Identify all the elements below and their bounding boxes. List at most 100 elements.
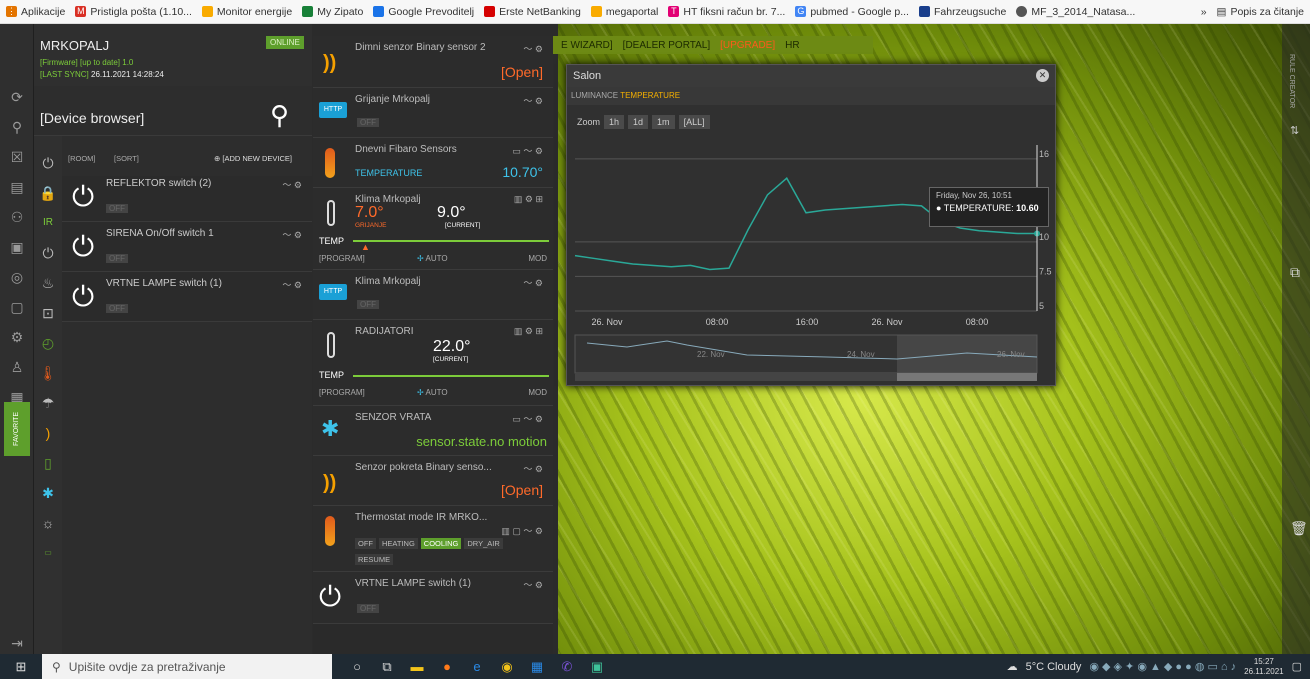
zoom-1d[interactable]: 1d <box>628 115 649 129</box>
widget-door-sensor[interactable]: ✱ SENZOR VRATA ▭ 〜 ⚙ sensor.state.no mot… <box>313 406 553 456</box>
zoom-1m[interactable]: 1m <box>652 115 675 129</box>
device-row[interactable]: ⏻ REFLEKTOR switch (2) 〜 ⚙ OFF <box>62 172 312 222</box>
bookmark-translate[interactable]: Google Prevoditelj <box>373 6 474 18</box>
weather-text[interactable]: 5°C Cloudy <box>1026 661 1082 673</box>
off-toggle[interactable]: OFF <box>357 300 379 309</box>
add-device-button[interactable]: ⊕ [ADD NEW DEVICE] <box>214 154 292 163</box>
tab-temperature[interactable]: TEMPERATURE <box>620 91 680 100</box>
cortana-icon[interactable]: ○ <box>342 659 372 674</box>
language-link[interactable]: HR <box>785 40 799 51</box>
bookmark-ht[interactable]: T HT fiksni račun br. 7... <box>668 6 785 18</box>
meter-icon[interactable]: ⊡ <box>34 298 62 328</box>
bookmark-energy[interactable]: Monitor energije <box>201 6 292 18</box>
people-icon[interactable]: ⚇ <box>0 202 34 232</box>
chart-settings-icon[interactable]: 〜 ⚙ <box>282 278 302 291</box>
switch-icon[interactable]: ⏻ <box>34 238 62 268</box>
http-icon[interactable]: ▭ <box>34 538 62 568</box>
device-row[interactable]: ⏻ SIRENA On/Off switch 1 〜 ⚙ OFF <box>62 222 312 272</box>
widget-klima-thermostat[interactable]: Klima Mrkopalj ▥ ⚙ ⊞ 7.0° GRIJANJE 9.0° … <box>313 188 553 270</box>
program-link[interactable]: [PROGRAM] <box>319 388 365 397</box>
notification-icon[interactable]: ▢ <box>1292 660 1302 673</box>
bookmark-pubmed[interactable]: Gpubmed - Google p... <box>795 6 909 18</box>
bookmark-fahrzeug[interactable]: Fahrzeugsuche <box>918 6 1006 18</box>
devices-icon[interactable]: ▤ <box>0 172 34 202</box>
reading-list-button[interactable]: Popis za čitanje <box>1230 6 1304 18</box>
tray-icons[interactable]: ◉ ◆ ◈ ✦ ◉ ▲ ◆ ● ● ◍ ▭ ⌂ ♪ <box>1089 660 1236 673</box>
power-icon[interactable]: ⏻ <box>72 182 102 212</box>
tools-icon[interactable]: ▥ ⚙ ⊞ <box>514 326 543 337</box>
chart-settings-icon[interactable]: 〜 ⚙ <box>282 228 302 241</box>
slider-marker[interactable]: ▲ <box>361 242 370 252</box>
power-icon[interactable]: ⏻ <box>72 282 102 312</box>
clock[interactable]: 15:27 26.11.2021 <box>1244 657 1283 677</box>
widget-heating[interactable]: HTTP Grijanje Mrkopalj 〜 ⚙ OFF <box>313 88 553 138</box>
temperature-slider[interactable] <box>353 240 549 242</box>
mode-resume[interactable]: RESUME <box>355 554 394 565</box>
bookmark-mf[interactable]: MF_3_2014_Natasa... <box>1016 6 1135 18</box>
zoom-all[interactable]: [ALL] <box>678 115 710 129</box>
chart-window-titlebar[interactable]: Salon ✕ <box>567 65 1055 87</box>
camera-icon[interactable]: ◎ <box>0 262 34 292</box>
favorite-tab[interactable]: FAVORITE <box>4 402 30 456</box>
temperature-chart[interactable]: 16 10 7.5 5 26. Nov 08:00 16:00 26. Nov 08:00 22.… <box>567 135 1055 387</box>
mode-heating[interactable]: HEATING <box>379 538 418 549</box>
ir-icon[interactable]: IR <box>34 208 62 238</box>
firefox-icon[interactable]: ● <box>432 659 462 674</box>
bookmark-zipato[interactable]: My Zipato <box>302 6 363 18</box>
bulb-icon[interactable]: ♨ <box>34 268 62 298</box>
power-icon[interactable]: ⏻ <box>72 232 102 262</box>
cross-icon[interactable]: ☒ <box>0 142 34 172</box>
more-bookmarks-button[interactable]: » <box>1201 6 1207 18</box>
tools-icon[interactable]: ▥ ⚙ ⊞ <box>514 194 543 205</box>
room-filter[interactable]: [ROOM] <box>68 154 96 163</box>
taskbar-search[interactable]: ⚲ Upišite ovdje za pretraživanje <box>42 654 332 679</box>
light-icon[interactable]: ☼ <box>34 508 62 538</box>
task-view-icon[interactable]: ⧉ <box>372 659 402 675</box>
motion-icon[interactable]: ✱ <box>34 478 62 508</box>
chart-settings-icon[interactable]: 〜 ⚙ <box>523 276 543 289</box>
sort-button[interactable]: [SORT] <box>114 154 139 163</box>
bookmark-erste[interactable]: Erste NetBanking <box>484 6 581 18</box>
off-toggle[interactable]: OFF <box>357 604 379 613</box>
trash-icon[interactable]: 🗑 <box>1290 520 1308 537</box>
off-toggle[interactable]: OFF <box>106 304 128 313</box>
zoom-1h[interactable]: 1h <box>604 115 625 129</box>
battery-chart-settings-icon[interactable]: ▭ 〜 ⚙ <box>512 144 543 157</box>
widget-smoke-sensor[interactable]: )) Dimni senzor Binary sensor 2 〜 ⚙ [Ope… <box>313 36 553 88</box>
chart-app-icon[interactable]: ▦ <box>522 659 552 675</box>
close-icon[interactable]: ✕ <box>1036 69 1049 82</box>
refresh-icon[interactable]: ⟳ <box>0 82 34 112</box>
wizard-link[interactable]: E WIZARD] <box>561 40 613 51</box>
bookmark-gmail[interactable]: M Pristigla pošta (1.10... <box>75 6 192 18</box>
windows-start-icon[interactable]: ⊞ <box>6 659 36 675</box>
lock-icon[interactable]: 🔒 <box>34 178 62 208</box>
photos-icon[interactable]: ▣ <box>582 659 612 675</box>
external-link-icon[interactable]: ⧉ <box>1290 264 1300 281</box>
chart-settings-icon[interactable]: 〜 ⚙ <box>523 578 543 591</box>
mode-off[interactable]: OFF <box>355 538 376 549</box>
users-icon[interactable]: ♙ <box>0 352 34 382</box>
chrome-icon[interactable]: ◉ <box>492 659 522 675</box>
chart-settings-icon[interactable]: 〜 ⚙ <box>523 462 543 475</box>
dealer-portal-link[interactable]: [DEALER PORTAL] <box>623 40 710 51</box>
off-toggle[interactable]: OFF <box>357 118 379 127</box>
thermometer-icon[interactable]: 🌡 <box>34 358 62 388</box>
sort-icon[interactable]: ⇅ <box>1290 124 1299 137</box>
auto-mode[interactable]: ✢ AUTO <box>417 388 448 397</box>
chart-settings-icon[interactable]: 〜 ⚙ <box>523 42 543 55</box>
auto-mode[interactable]: ✢ AUTO <box>417 254 448 263</box>
bookmark-apps[interactable]: ⋮ Aplikacije <box>6 6 65 18</box>
device-row[interactable]: ⏻ VRTNE LAMPE switch (1) 〜 ⚙ OFF <box>62 272 312 322</box>
edge-icon[interactable]: e <box>462 659 492 674</box>
temperature-slider[interactable] <box>353 375 549 377</box>
off-toggle[interactable]: OFF <box>106 254 128 263</box>
dial-icon[interactable]: ◴ <box>34 328 62 358</box>
shower-icon[interactable]: ☂ <box>34 388 62 418</box>
widget-garden-lamps[interactable]: ⏻ VRTNE LAMPE switch (1) 〜 ⚙ OFF <box>313 572 553 624</box>
off-toggle[interactable]: OFF <box>106 204 128 213</box>
bookmark-megaportal[interactable]: megaportal <box>590 6 658 18</box>
widget-motion-sensor[interactable]: )) Senzor pokreta Binary senso... 〜 ⚙ [O… <box>313 456 553 506</box>
mode-dry-air[interactable]: DRY_AIR <box>464 538 503 549</box>
widget-radiators[interactable]: RADIJATORI ▥ ⚙ ⊞ 22.0° [CURRENT] TEMP [P… <box>313 320 553 406</box>
program-link[interactable]: [PROGRAM] <box>319 254 365 263</box>
